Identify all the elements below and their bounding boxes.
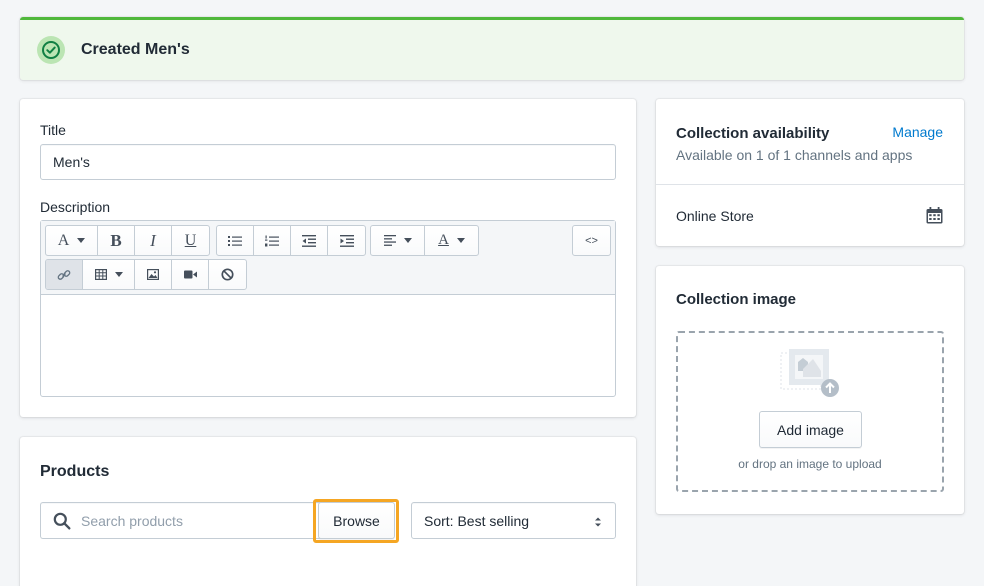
indent-icon[interactable] <box>328 226 365 255</box>
clear-format-icon[interactable] <box>209 260 246 289</box>
outdent-icon[interactable] <box>291 226 328 255</box>
italic-icon[interactable]: I <box>135 226 172 255</box>
description-editor: A B I U A <> <box>40 220 616 397</box>
html-group: <> <box>572 225 611 256</box>
success-banner: Created Men's <box>20 17 964 80</box>
image-icon[interactable] <box>135 260 172 289</box>
sort-select-value: Sort: Best selling <box>424 512 530 529</box>
video-icon[interactable] <box>172 260 209 289</box>
editor-toolbar: A B I U A <> <box>41 221 615 295</box>
drop-hint: or drop an image to upload <box>738 457 882 471</box>
list-group <box>216 225 366 256</box>
image-dropzone[interactable]: Add image or drop an image to upload <box>676 331 944 492</box>
upload-image-icon <box>779 347 843 408</box>
title-label: Title <box>40 122 66 138</box>
html-toggle-icon[interactable]: <> <box>573 226 610 255</box>
banner-title: Created Men's <box>81 41 190 58</box>
select-arrows-icon <box>594 515 602 531</box>
align-dropdown-icon[interactable] <box>371 226 425 255</box>
numbered-list-icon[interactable] <box>254 226 291 255</box>
collection-image-heading: Collection image <box>676 291 797 308</box>
search-products-input[interactable]: Search products <box>40 502 338 539</box>
products-heading: Products <box>40 463 110 480</box>
availability-subtitle: Available on 1 of 1 channels and apps <box>676 147 913 163</box>
collection-details-card: Title Men's Description A B I U A <> <box>20 99 636 417</box>
description-text-area[interactable] <box>41 295 615 396</box>
title-input[interactable]: Men's <box>40 144 616 180</box>
description-label: Description <box>40 199 111 215</box>
divider <box>656 184 964 185</box>
table-dropdown-icon[interactable] <box>83 260 135 289</box>
search-placeholder: Search products <box>81 512 183 529</box>
insert-group <box>45 259 247 290</box>
font-dropdown-icon[interactable]: A <box>46 226 98 255</box>
text-style-group: A B I U <box>45 225 210 256</box>
search-icon <box>53 512 71 530</box>
link-icon[interactable] <box>46 260 83 289</box>
underline-icon[interactable]: U <box>172 226 209 255</box>
products-card: Products Search products Browse Sort: Be… <box>20 437 636 586</box>
manage-link[interactable]: Manage <box>892 124 943 140</box>
browse-highlight <box>313 499 399 543</box>
bold-icon[interactable]: B <box>98 226 135 255</box>
calendar-icon[interactable] <box>926 207 943 229</box>
collection-availability-card: Collection availability Manage Available… <box>656 99 964 246</box>
collection-image-card: Collection image Add image or drop an im… <box>656 266 964 514</box>
title-input-value: Men's <box>53 154 90 170</box>
add-image-button[interactable]: Add image <box>759 411 862 448</box>
checkmark-circle-icon <box>37 36 65 64</box>
availability-heading: Collection availability <box>676 125 830 142</box>
align-color-group: A <box>370 225 479 256</box>
channel-name: Online Store <box>676 208 754 224</box>
bullet-list-icon[interactable] <box>217 226 254 255</box>
sort-select[interactable]: Sort: Best selling <box>411 502 616 539</box>
text-color-dropdown-icon[interactable]: A <box>425 226 478 255</box>
